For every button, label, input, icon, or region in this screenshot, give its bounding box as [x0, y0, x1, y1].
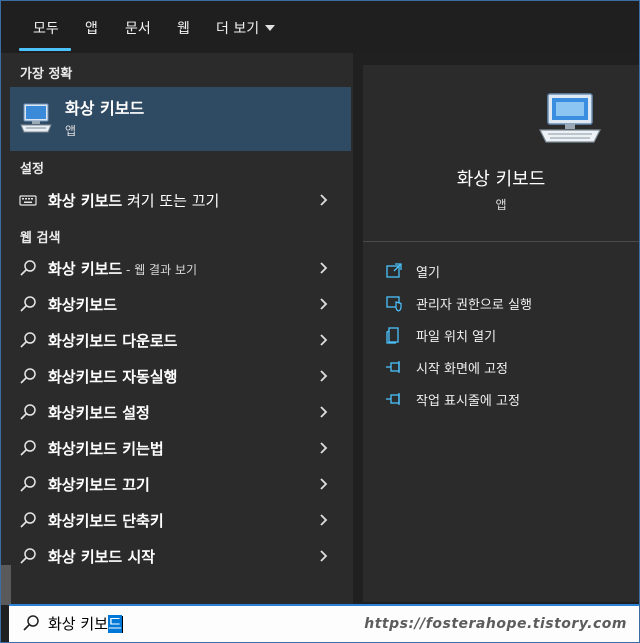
- search-icon: [20, 512, 36, 528]
- chevron-right-icon: [320, 370, 328, 382]
- keyboard-icon: [19, 195, 37, 206]
- action-run-as-admin-label: 관리자 권한으로 실행: [416, 298, 532, 313]
- search-selected-text: 드: [107, 615, 122, 633]
- background-strip: [1, 565, 11, 605]
- pin-taskbar-icon: [386, 393, 400, 405]
- settings-item-toggle-keyboard[interactable]: 화상 키보드 켜기 또는 끄기: [1, 183, 353, 217]
- web-result-label: 화상 키보드 시작: [48, 548, 156, 566]
- tab-all[interactable]: 모두: [33, 18, 59, 38]
- web-result-item[interactable]: 화상 키보드 시작: [1, 539, 353, 573]
- chevron-right-icon: [320, 406, 328, 418]
- web-result-label: 화상키보드 자동실행: [48, 368, 178, 386]
- web-result-item[interactable]: 화상 키보드 - 웹 결과 보기: [1, 251, 353, 285]
- file-location-icon: [386, 327, 399, 344]
- action-open[interactable]: 열기: [385, 259, 635, 283]
- chevron-right-icon: [320, 298, 328, 310]
- results-panel: 가장 정확 화상 키보드 앱 설정 화상 키보드 켜기 또는 끄기 웹 검색 화…: [1, 53, 353, 605]
- best-match-item[interactable]: 화상 키보드 앱: [10, 87, 351, 151]
- action-pin-to-taskbar[interactable]: 작업 표시줄에 고정: [385, 387, 635, 411]
- settings-item-label: 화상 키보드 켜기 또는 끄기: [48, 192, 220, 210]
- web-result-label: 화상키보드 설정: [48, 404, 150, 422]
- web-result-label: 화상 키보드 - 웹 결과 보기: [48, 260, 198, 278]
- tab-more[interactable]: 더 보기: [216, 18, 276, 38]
- tab-web[interactable]: 웹: [177, 18, 190, 38]
- web-result-item[interactable]: 화상키보드 단축키: [1, 503, 353, 537]
- chevron-right-icon: [320, 262, 328, 274]
- chevron-right-icon: [320, 550, 328, 562]
- open-icon: [386, 263, 402, 278]
- search-icon: [20, 440, 36, 456]
- web-result-item[interactable]: 화상키보드 키는법: [1, 431, 353, 465]
- search-icon: [20, 476, 36, 492]
- action-open-label: 열기: [416, 266, 440, 281]
- web-result-label: 화상키보드 끄기: [48, 476, 150, 494]
- action-open-file-location[interactable]: 파일 위치 열기: [385, 323, 635, 347]
- search-typed-text: 화상 키보: [48, 615, 108, 633]
- chevron-right-icon: [320, 334, 328, 346]
- chevron-right-icon: [320, 514, 328, 526]
- text-cursor: [121, 616, 123, 633]
- settings-heading: 설정: [20, 162, 44, 177]
- web-result-label: 화상키보드 다운로드: [48, 332, 178, 350]
- chevron-right-icon: [320, 194, 328, 206]
- pin-icon: [386, 361, 400, 373]
- web-result-item[interactable]: 화상키보드 자동실행: [1, 359, 353, 393]
- chevron-right-icon: [320, 442, 328, 454]
- tab-more-label: 더 보기: [216, 21, 260, 37]
- tab-bar: 모두 앱 문서 웹 더 보기: [1, 1, 639, 53]
- search-box[interactable]: 화상 키보드 https://fosterahope.tistory.com: [9, 604, 639, 642]
- preview-panel: 화상 키보드 앱 열기 관리자 권한으로 실행 파일 위치 열기 시작 화면에 …: [363, 65, 639, 602]
- search-input[interactable]: 화상 키보드: [48, 613, 123, 634]
- best-match-subtitle: 앱: [65, 124, 77, 138]
- tab-apps[interactable]: 앱: [85, 18, 98, 38]
- preview-title: 화상 키보드: [456, 169, 546, 190]
- web-result-item[interactable]: 화상키보드 다운로드: [1, 323, 353, 357]
- web-search-heading: 웹 검색: [20, 231, 61, 246]
- search-icon: [20, 368, 36, 384]
- preview-divider: [363, 241, 639, 242]
- search-icon: [20, 332, 36, 348]
- action-run-as-admin[interactable]: 관리자 권한으로 실행: [385, 291, 635, 315]
- preview-subtitle: 앱: [495, 198, 507, 212]
- search-icon: [23, 615, 39, 631]
- action-open-file-location-label: 파일 위치 열기: [416, 330, 497, 345]
- chevron-right-icon: [320, 478, 328, 490]
- web-result-label: 화상키보드 단축키: [48, 512, 164, 530]
- search-icon: [20, 296, 36, 312]
- watermark-text: https://fosterahope.tistory.com: [364, 616, 627, 632]
- web-result-item[interactable]: 화상키보드 설정: [1, 395, 353, 429]
- search-icon: [20, 548, 36, 564]
- on-screen-keyboard-icon: [20, 103, 52, 133]
- action-pin-to-start[interactable]: 시작 화면에 고정: [385, 355, 635, 379]
- shield-admin-icon: [386, 296, 402, 312]
- on-screen-keyboard-icon: [539, 93, 601, 143]
- web-result-item[interactable]: 화상키보드 끄기: [1, 467, 353, 501]
- action-pin-to-start-label: 시작 화면에 고정: [416, 362, 508, 377]
- search-window: 모두 앱 문서 웹 더 보기 가장 정확 화상 키보드 앱 설정 화상 키보드 …: [0, 0, 640, 643]
- web-result-item[interactable]: 화상키보드: [1, 287, 353, 321]
- action-pin-to-taskbar-label: 작업 표시줄에 고정: [416, 394, 520, 409]
- web-result-label: 화상키보드 키는법: [48, 440, 164, 458]
- web-result-label: 화상키보드: [48, 296, 118, 314]
- search-icon: [20, 404, 36, 420]
- best-match-title: 화상 키보드: [65, 99, 145, 118]
- tab-documents[interactable]: 문서: [125, 18, 151, 38]
- best-match-heading: 가장 정확: [20, 67, 73, 82]
- active-tab-indicator: [19, 48, 71, 51]
- chevron-down-icon: [265, 25, 276, 31]
- search-icon: [20, 260, 36, 276]
